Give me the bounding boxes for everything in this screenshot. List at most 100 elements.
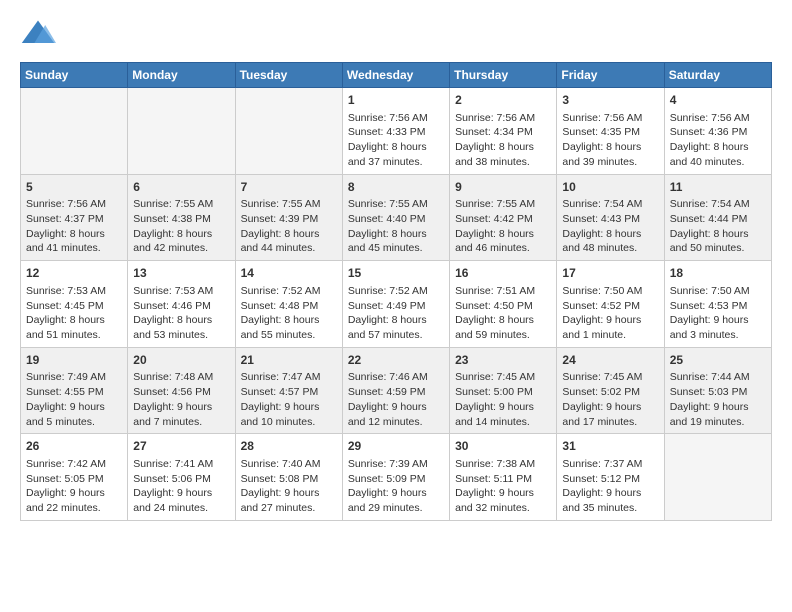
day-info-line: Daylight: 8 hours <box>241 313 337 328</box>
day-info-line: and 41 minutes. <box>26 241 122 256</box>
calendar-cell: 2Sunrise: 7:56 AMSunset: 4:34 PMDaylight… <box>450 88 557 175</box>
day-info-line: and 12 minutes. <box>348 415 444 430</box>
day-info-line: Sunset: 5:08 PM <box>241 472 337 487</box>
day-info-line: Daylight: 9 hours <box>241 486 337 501</box>
weekday-header-sunday: Sunday <box>21 63 128 88</box>
day-number: 30 <box>455 438 551 455</box>
day-info-line: Daylight: 8 hours <box>241 227 337 242</box>
day-number: 11 <box>670 179 766 196</box>
day-info-line: Daylight: 9 hours <box>26 400 122 415</box>
day-info-line: Sunrise: 7:55 AM <box>133 197 229 212</box>
day-info-line: Sunrise: 7:52 AM <box>348 284 444 299</box>
day-number: 23 <box>455 352 551 369</box>
day-info-line: and 35 minutes. <box>562 501 658 516</box>
day-info-line: Sunset: 4:45 PM <box>26 299 122 314</box>
day-info-line: and 59 minutes. <box>455 328 551 343</box>
day-info-line: Daylight: 8 hours <box>133 313 229 328</box>
day-number: 21 <box>241 352 337 369</box>
day-info-line: Sunset: 4:40 PM <box>348 212 444 227</box>
calendar-cell: 23Sunrise: 7:45 AMSunset: 5:00 PMDayligh… <box>450 347 557 434</box>
day-info-line: Sunrise: 7:41 AM <box>133 457 229 472</box>
calendar-cell <box>235 88 342 175</box>
day-info-line: Daylight: 9 hours <box>455 486 551 501</box>
day-info-line: Sunset: 5:00 PM <box>455 385 551 400</box>
day-number: 15 <box>348 265 444 282</box>
day-info-line: Sunrise: 7:49 AM <box>26 370 122 385</box>
day-info-line: Daylight: 9 hours <box>348 486 444 501</box>
day-info-line: Sunset: 5:05 PM <box>26 472 122 487</box>
day-number: 2 <box>455 92 551 109</box>
day-info-line: Sunrise: 7:56 AM <box>348 111 444 126</box>
day-info-line: Daylight: 9 hours <box>133 486 229 501</box>
day-info-line: Daylight: 8 hours <box>455 227 551 242</box>
weekday-header-thursday: Thursday <box>450 63 557 88</box>
calendar-week-row-5: 26Sunrise: 7:42 AMSunset: 5:05 PMDayligh… <box>21 434 772 521</box>
day-info-line: and 32 minutes. <box>455 501 551 516</box>
day-info-line: Sunset: 5:02 PM <box>562 385 658 400</box>
day-info-line: Sunrise: 7:52 AM <box>241 284 337 299</box>
logo-icon <box>20 16 56 52</box>
calendar-cell: 31 Sunrise: 7:37 AMSunset: 5:12 PMDayligh… <box>557 434 664 521</box>
day-info-line: Sunrise: 7:54 AM <box>562 197 658 212</box>
day-info-line: Sunset: 4:36 PM <box>670 125 766 140</box>
day-number: 5 <box>26 179 122 196</box>
day-info-line: Sunrise: 7:56 AM <box>562 111 658 126</box>
calendar-cell: 3Sunrise: 7:56 AMSunset: 4:35 PMDaylight… <box>557 88 664 175</box>
day-info-line: Sunrise: 7:39 AM <box>348 457 444 472</box>
day-info-line: Daylight: 8 hours <box>348 313 444 328</box>
day-info-line: Daylight: 9 hours <box>455 400 551 415</box>
day-info-line: Sunrise: 7:48 AM <box>133 370 229 385</box>
day-info-line: Sunrise: 7:37 AM <box>562 457 658 472</box>
day-info-line: Daylight: 9 hours <box>133 400 229 415</box>
day-number: 31 <box>562 438 658 455</box>
day-info-line: Sunrise: 7:56 AM <box>670 111 766 126</box>
day-info-line: Daylight: 9 hours <box>562 486 658 501</box>
calendar-cell: 1Sunrise: 7:56 AMSunset: 4:33 PMDaylight… <box>342 88 449 175</box>
calendar-cell: 10Sunrise: 7:54 AMSunset: 4:43 PMDayligh… <box>557 174 664 261</box>
day-info-line: Sunset: 5:06 PM <box>133 472 229 487</box>
day-info-line: and 57 minutes. <box>348 328 444 343</box>
calendar-cell: 5Sunrise: 7:56 AMSunset: 4:37 PMDaylight… <box>21 174 128 261</box>
day-info-line: Sunrise: 7:50 AM <box>562 284 658 299</box>
day-info-line: Daylight: 9 hours <box>241 400 337 415</box>
day-info-line: Sunrise: 7:45 AM <box>455 370 551 385</box>
day-info-line: and 50 minutes. <box>670 241 766 256</box>
day-info-line: and 10 minutes. <box>241 415 337 430</box>
calendar-cell: 14Sunrise: 7:52 AMSunset: 4:48 PMDayligh… <box>235 261 342 348</box>
calendar-table: SundayMondayTuesdayWednesdayThursdayFrid… <box>20 62 772 521</box>
calendar-cell <box>664 434 771 521</box>
day-info-line: Sunrise: 7:53 AM <box>26 284 122 299</box>
day-number: 27 <box>133 438 229 455</box>
day-info-line: Sunrise: 7:53 AM <box>133 284 229 299</box>
day-info-line: Daylight: 8 hours <box>133 227 229 242</box>
page-header <box>20 16 772 52</box>
day-info-line: Sunset: 4:38 PM <box>133 212 229 227</box>
day-info-line: Daylight: 8 hours <box>26 313 122 328</box>
day-info-line: and 7 minutes. <box>133 415 229 430</box>
day-info-line: Sunset: 5:12 PM <box>562 472 658 487</box>
day-number: 1 <box>348 92 444 109</box>
calendar-cell: 26Sunrise: 7:42 AMSunset: 5:05 PMDayligh… <box>21 434 128 521</box>
day-info-line: and 5 minutes. <box>26 415 122 430</box>
day-number: 24 <box>562 352 658 369</box>
day-number: 9 <box>455 179 551 196</box>
day-info-line: and 39 minutes. <box>562 155 658 170</box>
day-info-line: Sunset: 4:56 PM <box>133 385 229 400</box>
calendar-cell: 16Sunrise: 7:51 AMSunset: 4:50 PMDayligh… <box>450 261 557 348</box>
day-info-line: and 29 minutes. <box>348 501 444 516</box>
day-number: 6 <box>133 179 229 196</box>
day-info-line: Sunset: 4:37 PM <box>26 212 122 227</box>
day-info-line: Sunset: 5:11 PM <box>455 472 551 487</box>
calendar-cell: 21Sunrise: 7:47 AMSunset: 4:57 PMDayligh… <box>235 347 342 434</box>
day-info-line: Sunrise: 7:40 AM <box>241 457 337 472</box>
day-info-line: and 42 minutes. <box>133 241 229 256</box>
day-info-line: and 37 minutes. <box>348 155 444 170</box>
day-number: 7 <box>241 179 337 196</box>
calendar-cell: 13Sunrise: 7:53 AMSunset: 4:46 PMDayligh… <box>128 261 235 348</box>
day-number: 17 <box>562 265 658 282</box>
day-number: 22 <box>348 352 444 369</box>
day-info-line: Sunset: 4:46 PM <box>133 299 229 314</box>
calendar-cell: 27 Sunrise: 7:41 AMSunset: 5:06 PMDayligh… <box>128 434 235 521</box>
weekday-header-tuesday: Tuesday <box>235 63 342 88</box>
calendar-week-row-2: 5Sunrise: 7:56 AMSunset: 4:37 PMDaylight… <box>21 174 772 261</box>
